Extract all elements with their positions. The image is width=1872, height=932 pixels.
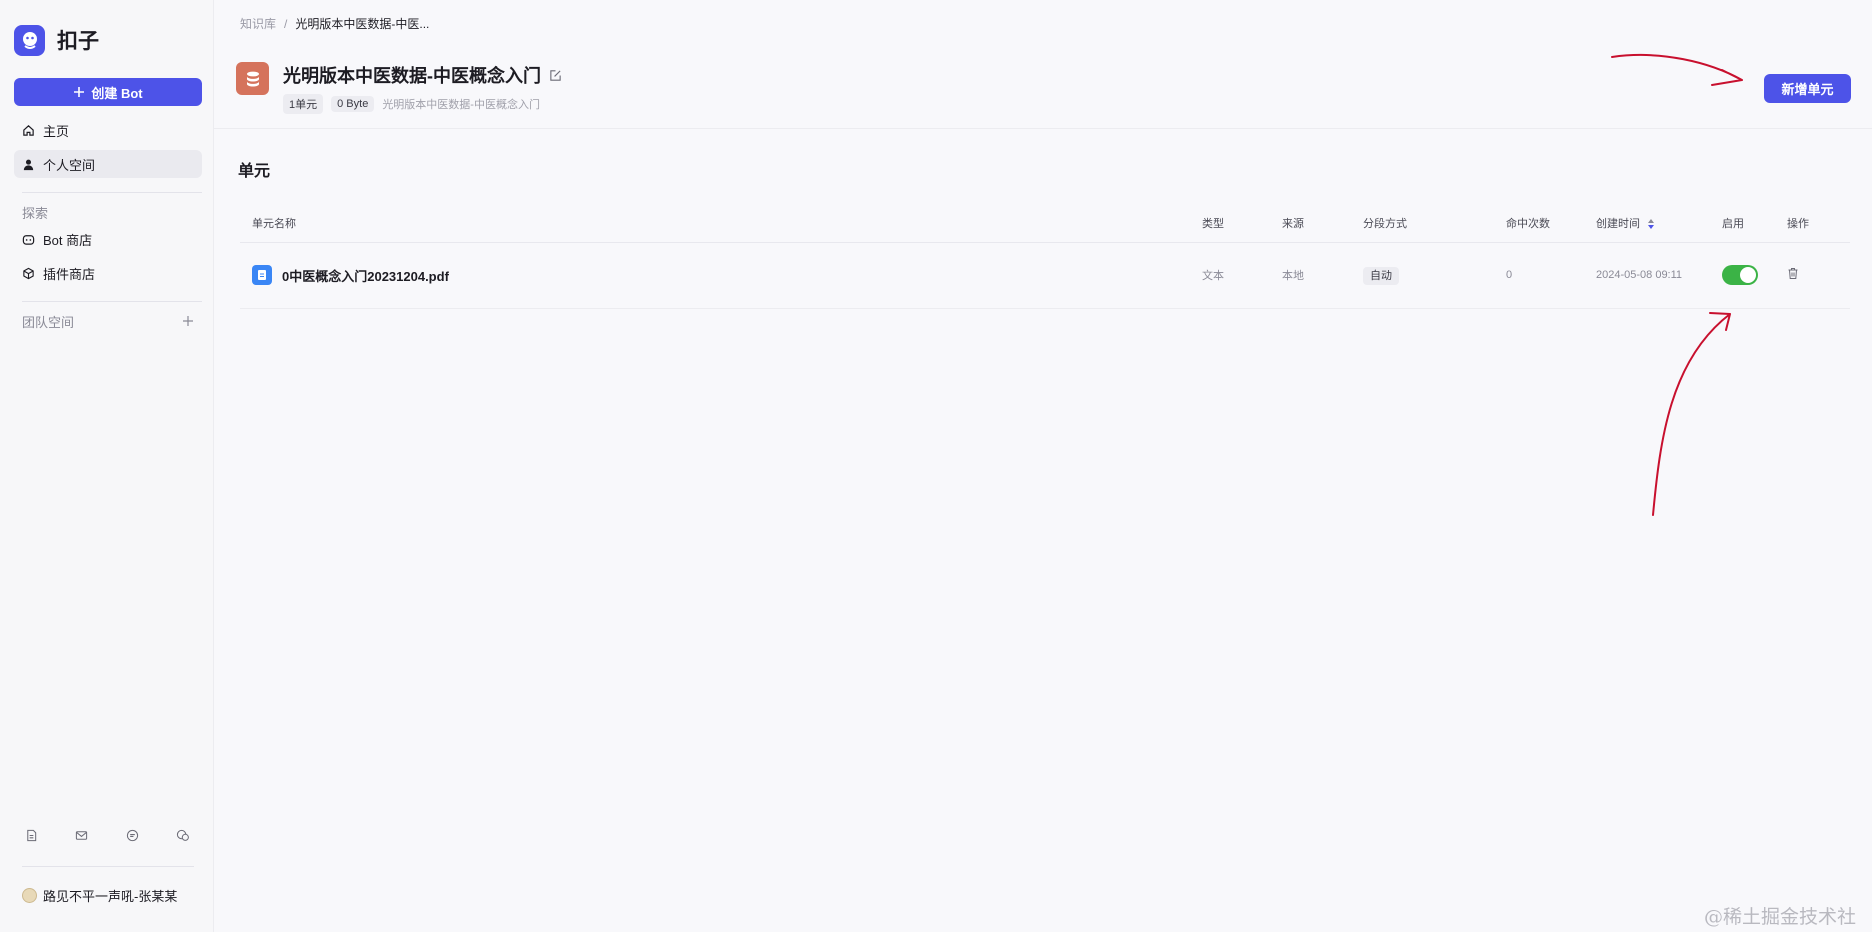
sidebar-item-label: 个人空间: [43, 157, 96, 173]
units-count-tag: 1单元: [283, 94, 324, 114]
cell-enabled: [1710, 242, 1775, 309]
sidebar-item-label: 插件商店: [43, 266, 96, 282]
sidebar-bottom-divider: [22, 866, 194, 867]
avatar: [22, 888, 37, 903]
user-name: 路见不平一声吼-张某某: [43, 889, 178, 904]
units-section-title: 单元: [238, 163, 271, 180]
cell-actions: [1775, 242, 1850, 309]
explore-section-label: 探索: [14, 201, 202, 223]
main-content: 知识库 / 光明版本中医数据-中医... 光明版本中医数据-中医概念入门 1单元…: [214, 0, 1872, 932]
sidebar-item-bot-store[interactable]: Bot 商店: [14, 225, 202, 253]
column-header-source: 来源: [1270, 204, 1351, 243]
column-header-created-label: 创建时间: [1596, 217, 1640, 230]
cell-created: 2024-05-08 09:11: [1584, 242, 1710, 309]
column-header-enabled: 启用: [1710, 204, 1775, 243]
plus-icon: [74, 87, 85, 97]
wechat-icon[interactable]: [174, 826, 192, 844]
file-cell: 0中医概念入门20231204.pdf: [252, 265, 1178, 285]
sidebar-item-label: 主页: [43, 123, 70, 139]
size-tag: 0 Byte: [331, 96, 375, 112]
file-document-icon: [252, 265, 272, 285]
sidebar: 扣子 创建 Bot 主页 个人空间 探索 Bot 商店 插件商店 团队空间 路见…: [0, 0, 214, 932]
column-header-segmentation: 分段方式: [1351, 204, 1494, 243]
sidebar-item-personal-space[interactable]: 个人空间: [14, 150, 202, 178]
breadcrumb-current: 光明版本中医数据-中医...: [295, 17, 430, 31]
brand[interactable]: 扣子: [14, 20, 203, 60]
cube-icon: [23, 267, 34, 279]
explore-label: 探索: [22, 205, 49, 221]
cell-source: 本地: [1270, 242, 1351, 309]
sidebar-bottom-icons: [22, 826, 192, 844]
cell-hits: 0: [1494, 242, 1584, 309]
team-space-section: 团队空间: [14, 310, 202, 332]
create-bot-label: 创建 Bot: [91, 85, 143, 101]
bot-icon: [22, 234, 35, 245]
sidebar-item-plugin-store[interactable]: 插件商店: [14, 259, 202, 287]
brand-name: 扣子: [57, 30, 99, 53]
sidebar-item-label: Bot 商店: [43, 232, 93, 248]
chat-icon[interactable]: [123, 826, 141, 844]
home-icon: [23, 124, 34, 136]
user-profile[interactable]: 路见不平一声吼-张某某: [22, 886, 177, 905]
breadcrumb-root[interactable]: 知识库: [240, 15, 276, 32]
sidebar-divider: [22, 192, 202, 193]
add-team-plus-icon[interactable]: [182, 315, 194, 327]
sort-icon[interactable]: [1647, 218, 1655, 230]
user-icon: [23, 159, 34, 170]
database-icon: [236, 62, 269, 95]
table-row[interactable]: 0中医概念入门20231204.pdf 文本 本地 自动 0 2024-05-0…: [240, 242, 1850, 309]
segmentation-chip: 自动: [1363, 267, 1399, 285]
enable-toggle[interactable]: [1722, 265, 1758, 285]
team-space-label: 团队空间: [22, 314, 75, 330]
sidebar-item-home[interactable]: 主页: [14, 116, 202, 144]
table-header-row: 单元名称 类型 来源 分段方式 命中次数 创建时间 启用 操作: [240, 204, 1850, 243]
file-name[interactable]: 0中医概念入门20231204.pdf: [282, 266, 449, 285]
document-icon[interactable]: [22, 826, 40, 844]
cell-type: 文本: [1190, 242, 1270, 309]
column-header-name: 单元名称: [240, 204, 1190, 243]
edit-icon[interactable]: [549, 69, 562, 82]
breadcrumb: 知识库 / 光明版本中医数据-中医...: [240, 15, 429, 32]
cell-segmentation: 自动: [1351, 242, 1494, 309]
watermark: @稀土掘金技术社区: [1704, 906, 1857, 928]
breadcrumb-separator: /: [284, 16, 288, 31]
column-header-type: 类型: [1190, 204, 1270, 243]
toggle-knob: [1740, 267, 1756, 283]
coze-logo-icon: [14, 24, 45, 56]
header-divider: [214, 128, 1872, 129]
add-unit-button[interactable]: 新增单元: [1764, 74, 1851, 103]
column-header-created[interactable]: 创建时间: [1584, 204, 1710, 243]
mail-icon[interactable]: [73, 826, 91, 844]
delete-icon[interactable]: [1787, 267, 1799, 280]
column-header-hits: 命中次数: [1494, 204, 1584, 243]
column-header-actions: 操作: [1775, 204, 1850, 243]
units-table: 单元名称 类型 来源 分段方式 命中次数 创建时间 启用 操作 0中医概念入门2…: [240, 204, 1850, 309]
knowledge-description: 光明版本中医数据-中医概念入门: [382, 99, 540, 111]
knowledge-header: 光明版本中医数据-中医概念入门 1单元 0 Byte 光明版本中医数据-中医概念…: [236, 62, 562, 114]
create-bot-button[interactable]: 创建 Bot: [14, 78, 202, 106]
sidebar-divider: [22, 301, 202, 302]
page-title: 光明版本中医数据-中医概念入门: [283, 66, 541, 86]
